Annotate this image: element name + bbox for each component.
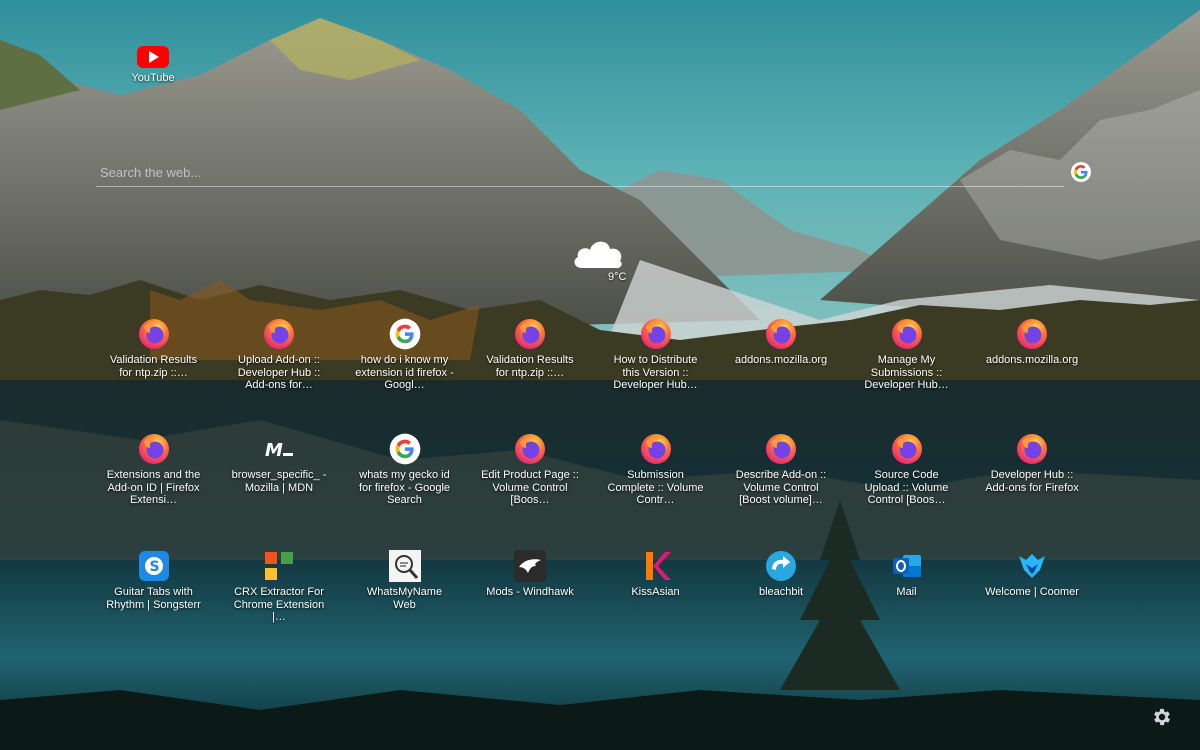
- coomer-icon: [1016, 550, 1048, 582]
- shortcut-youtube[interactable]: YouTube: [113, 46, 193, 96]
- firefox-icon: [640, 433, 672, 465]
- shortcut-tile[interactable]: KissAsian: [593, 550, 718, 660]
- search-bar: [96, 158, 1096, 188]
- tile-label: How to Distribute this Version :: Develo…: [613, 354, 698, 392]
- bleachbit-icon: [765, 550, 797, 582]
- shortcut-tile[interactable]: Validation Results for ntp.zip ::…: [468, 318, 593, 433]
- firefox-icon: [138, 318, 170, 350]
- firefox-icon: [891, 318, 923, 350]
- firefox-icon: [1016, 318, 1048, 350]
- shortcut-tile[interactable]: Edit Product Page :: Volume Control [Boo…: [468, 433, 593, 550]
- shortcut-tile[interactable]: addons.mozilla.org: [970, 318, 1095, 433]
- cloud-icon: [574, 241, 622, 269]
- tile-label: Developer Hub :: Add-ons for Firefox: [985, 469, 1079, 494]
- firefox-icon: [765, 433, 797, 465]
- firefox-icon: [138, 433, 170, 465]
- shortcut-tile[interactable]: Mods - Windhawk: [468, 550, 593, 660]
- firefox-icon: [514, 318, 546, 350]
- shortcut-grid: Validation Results for ntp.zip ::… Upload…: [91, 318, 1091, 660]
- shortcut-tile[interactable]: Source Code Upload :: Volume Control [Bo…: [844, 433, 969, 550]
- tile-label: Edit Product Page :: Volume Control [Boo…: [481, 469, 579, 507]
- temperature: 9°C: [608, 271, 627, 283]
- gear-icon: [1154, 708, 1170, 726]
- firefox-icon: [514, 433, 546, 465]
- firefox-icon: [640, 318, 672, 350]
- crx-extractor-icon: [263, 550, 295, 582]
- settings-button[interactable]: [1151, 706, 1173, 728]
- kissasian-icon: [640, 550, 672, 582]
- tile-label: Extensions and the Add-on ID | Firefox E…: [106, 469, 201, 507]
- tile-label: bleachbit: [758, 586, 804, 598]
- shortcut-tile[interactable]: Mail: [844, 550, 969, 660]
- shortcut-tile[interactable]: How to Distribute this Version :: Develo…: [593, 318, 718, 433]
- shortcut-tile[interactable]: addons.mozilla.org: [719, 318, 844, 433]
- firefox-icon: [263, 318, 295, 350]
- google-icon: [389, 318, 421, 350]
- svg-text:M: M: [265, 440, 283, 461]
- outlook-icon: [891, 550, 923, 582]
- tile-label: Welcome | Coomer: [985, 586, 1079, 598]
- shortcut-tile[interactable]: bleachbit: [719, 550, 844, 660]
- shortcut-tile[interactable]: Validation Results for ntp.zip ::…: [91, 318, 216, 433]
- shortcut-tile[interactable]: S Guitar Tabs with Rhythm | Songsterr: [91, 550, 216, 660]
- tile-label: addons.mozilla.org: [985, 354, 1079, 366]
- tile-label: how do i know my extension id firefox - …: [355, 354, 454, 392]
- shortcut-tile[interactable]: CRX Extractor For Chrome Extension |…: [217, 550, 342, 660]
- tile-label: Mods - Windhawk: [486, 586, 574, 598]
- search-input[interactable]: [96, 158, 1064, 187]
- tile-label: Validation Results for ntp.zip ::…: [109, 354, 198, 379]
- tile-label: Source Code Upload :: Volume Control [Bo…: [864, 469, 949, 507]
- tile-label: Upload Add-on :: Developer Hub :: Add-on…: [237, 354, 321, 392]
- tile-label: KissAsian: [631, 586, 680, 598]
- shortcut-tile[interactable]: Manage My Submissions :: Developer Hub…: [844, 318, 969, 433]
- shortcut-label: YouTube: [131, 72, 175, 84]
- mdn-icon: M: [263, 433, 295, 465]
- tile-label: Manage My Submissions :: Developer Hub…: [864, 354, 949, 392]
- tile-label: Validation Results for ntp.zip ::…: [486, 354, 574, 379]
- tile-label: whats my gecko id for firefox - Google S…: [358, 469, 451, 507]
- whatsmyname-icon: [388, 550, 421, 582]
- tile-label: Describe Add-on :: Volume Control [Boost…: [735, 469, 827, 507]
- shortcut-tile[interactable]: Describe Add-on :: Volume Control [Boost…: [719, 433, 844, 550]
- tile-label: browser_specific_ - Mozilla | MDN: [231, 469, 327, 494]
- shortcut-tile[interactable]: Submission Complete :: Volume Contr…: [593, 433, 718, 550]
- tile-label: Guitar Tabs with Rhythm | Songsterr: [106, 586, 201, 611]
- shortcut-tile[interactable]: WhatsMyName Web: [342, 550, 467, 660]
- svg-text:S: S: [149, 559, 159, 575]
- tile-label: CRX Extractor For Chrome Extension |…: [233, 586, 325, 624]
- tile-label: addons.mozilla.org: [734, 354, 828, 366]
- firefox-icon: [765, 318, 797, 350]
- shortcut-tile[interactable]: Developer Hub :: Add-ons for Firefox: [970, 433, 1095, 550]
- windhawk-icon: [514, 550, 546, 582]
- firefox-icon: [891, 433, 923, 465]
- youtube-icon: [137, 46, 169, 68]
- songsterr-icon: S: [138, 550, 170, 582]
- shortcut-tile[interactable]: Welcome | Coomer: [970, 550, 1095, 660]
- shortcut-tile[interactable]: Extensions and the Add-on ID | Firefox E…: [91, 433, 216, 550]
- google-icon[interactable]: [1071, 162, 1091, 182]
- shortcut-tile[interactable]: how do i know my extension id firefox - …: [342, 318, 467, 433]
- shortcut-tile[interactable]: Mbrowser_specific_ - Mozilla | MDN: [217, 433, 342, 550]
- shortcut-tile[interactable]: whats my gecko id for firefox - Google S…: [342, 433, 467, 550]
- firefox-icon: [1016, 433, 1048, 465]
- shortcut-tile[interactable]: Upload Add-on :: Developer Hub :: Add-on…: [217, 318, 342, 433]
- tile-label: Submission Complete :: Volume Contr…: [607, 469, 704, 507]
- weather-widget[interactable]: 9°C: [568, 232, 632, 290]
- tile-label: WhatsMyName Web: [366, 586, 443, 611]
- tile-label: Mail: [896, 586, 917, 598]
- google-icon: [389, 433, 421, 465]
